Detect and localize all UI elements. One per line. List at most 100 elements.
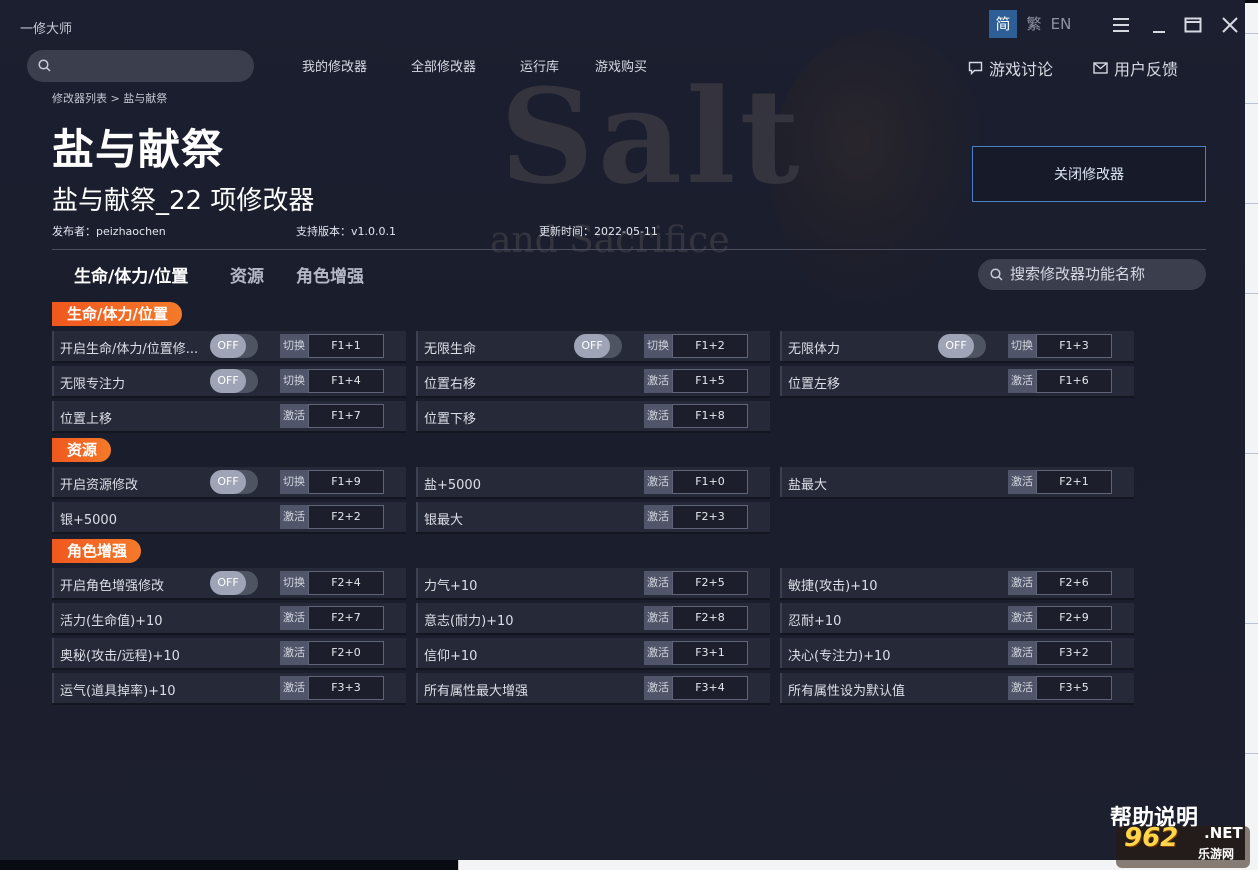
minimize-icon[interactable] [1148,14,1170,36]
cheat-action-type[interactable]: 激活 [280,505,308,529]
hotkey-field[interactable]: F3+4 [672,676,748,700]
cheat-action-type[interactable]: 激活 [644,369,672,393]
cheat-action-type[interactable]: 激活 [644,505,672,529]
menu-icon[interactable] [1110,14,1132,36]
hotkey-field[interactable]: F1+6 [1036,369,1112,393]
cheat-action-type[interactable]: 激活 [280,676,308,700]
hotkey-field[interactable]: F1+7 [308,404,384,428]
cheat-action-type[interactable]: 激活 [644,470,672,494]
cheat-label: 位置上移 [60,412,113,427]
cheat-action-type[interactable]: 激活 [644,571,672,595]
cheat-action-type[interactable]: 切换 [1008,334,1036,358]
cheat-action-type[interactable]: 激活 [1008,606,1036,630]
hotkey-field[interactable]: F1+5 [672,369,748,393]
function-search-placeholder: 搜索修改器功能名称 [1010,265,1146,283]
hotkey-field[interactable]: F1+1 [308,334,384,358]
close-icon[interactable] [1219,14,1241,36]
cheat-action-type[interactable]: 激活 [1008,676,1036,700]
cheat-label: 开启生命/体力/位置修... [60,342,199,357]
cheat-item: 银+5000 激活 F2+2 [52,502,406,532]
cheat-label: 位置右移 [424,377,477,392]
cheat-label: 盐+5000 [424,478,481,493]
hotkey-field[interactable]: F2+3 [672,505,748,529]
tab-health-stamina-position[interactable]: 生命/体力/位置 [74,262,188,287]
hotkey-field[interactable]: F2+9 [1036,606,1112,630]
hotkey-field[interactable]: F2+1 [1036,470,1112,494]
cheat-toggle[interactable]: OFF [210,470,258,494]
cheat-label: 所有属性设为默认值 [788,684,906,699]
cheat-action-type[interactable]: 激活 [644,404,672,428]
hotkey-field[interactable]: F1+2 [672,334,748,358]
hotkey-field[interactable]: F1+9 [308,470,384,494]
cheat-item: 位置右移 激活 F1+5 [416,366,770,396]
cheat-label: 位置下移 [424,412,477,427]
cheat-item: 运气(道具掉率)+10 激活 F3+3 [52,673,406,703]
hotkey-field[interactable]: F1+4 [308,369,384,393]
cheat-action-type[interactable]: 切换 [280,470,308,494]
tab-resources[interactable]: 资源 [230,262,264,287]
cheat-toggle[interactable]: OFF [574,334,622,358]
nav-my-trainers[interactable]: 我的修改器 [302,56,367,75]
cheat-item: 位置左移 激活 F1+6 [780,366,1134,396]
game-discussion-label: 游戏讨论 [989,60,1054,79]
nav-runtime-library[interactable]: 运行库 [520,56,559,75]
hotkey-field[interactable]: F3+1 [672,641,748,665]
lang-traditional[interactable]: 繁 [1025,10,1043,38]
cheat-label: 活力(生命值)+10 [60,614,163,629]
cheat-action-type[interactable]: 切换 [280,369,308,393]
hotkey-field[interactable]: F3+3 [308,676,384,700]
cheat-action-type[interactable]: 激活 [280,606,308,630]
cheat-action-type[interactable]: 切换 [280,334,308,358]
cheat-toggle[interactable]: OFF [210,369,258,393]
lang-simplified[interactable]: 简 [989,10,1017,38]
hotkey-field[interactable]: F3+5 [1036,676,1112,700]
cheat-action-type[interactable]: 激活 [1008,470,1036,494]
lang-english[interactable]: EN [1049,10,1073,38]
toggle-state: OFF [574,334,610,358]
cheat-label: 开启角色增强修改 [60,579,165,594]
toggle-state: OFF [938,334,974,358]
hotkey-field[interactable]: F1+3 [1036,334,1112,358]
hotkey-field[interactable]: F3+2 [1036,641,1112,665]
close-trainer-button[interactable]: 关闭修改器 [972,146,1206,202]
cheat-label: 银+5000 [60,513,117,528]
cheat-action-type[interactable]: 激活 [1008,571,1036,595]
nav-game-purchase[interactable]: 游戏购买 [595,56,647,75]
breadcrumb[interactable]: 修改器列表 > 盐与献祭 [52,90,167,106]
cheat-action-type[interactable]: 切换 [280,571,308,595]
hotkey-field[interactable]: F2+6 [1036,571,1112,595]
function-search-input[interactable]: 搜索修改器功能名称 [978,259,1206,290]
hotkey-field[interactable]: F1+0 [672,470,748,494]
tab-character-enhance[interactable]: 角色增强 [296,262,364,287]
cheat-item: 所有属性设为默认值 激活 F3+5 [780,673,1134,703]
cheat-action-type[interactable]: 激活 [280,404,308,428]
toggle-state: OFF [210,334,246,358]
cheat-item: 盐+5000 激活 F1+0 [416,467,770,497]
hotkey-field[interactable]: F2+7 [308,606,384,630]
update-time-info: 更新时间：2022-05-11 [539,225,658,238]
toggle-state: OFF [210,470,246,494]
cheat-action-type[interactable]: 激活 [644,676,672,700]
hotkey-field[interactable]: F2+4 [308,571,384,595]
hotkey-field[interactable]: F2+2 [308,505,384,529]
cheat-action-type[interactable]: 激活 [644,641,672,665]
cheat-item: 盐最大 激活 F2+1 [780,467,1134,497]
hotkey-field[interactable]: F1+8 [672,404,748,428]
cheat-toggle[interactable]: OFF [210,571,258,595]
hotkey-field[interactable]: F2+8 [672,606,748,630]
cheat-toggle[interactable]: OFF [210,334,258,358]
cheat-label: 开启资源修改 [60,478,139,493]
global-search-input[interactable] [27,50,254,82]
user-feedback-link[interactable]: 用户反馈 [1093,56,1178,80]
cheat-action-type[interactable]: 激活 [280,641,308,665]
maximize-icon[interactable] [1182,14,1204,36]
nav-all-trainers[interactable]: 全部修改器 [411,56,476,75]
cheat-action-type[interactable]: 激活 [1008,641,1036,665]
hotkey-field[interactable]: F2+0 [308,641,384,665]
cheat-action-type[interactable]: 激活 [644,606,672,630]
cheat-action-type[interactable]: 切换 [644,334,672,358]
game-discussion-link[interactable]: 游戏讨论 [968,56,1053,80]
cheat-toggle[interactable]: OFF [938,334,986,358]
hotkey-field[interactable]: F2+5 [672,571,748,595]
cheat-action-type[interactable]: 激活 [1008,369,1036,393]
